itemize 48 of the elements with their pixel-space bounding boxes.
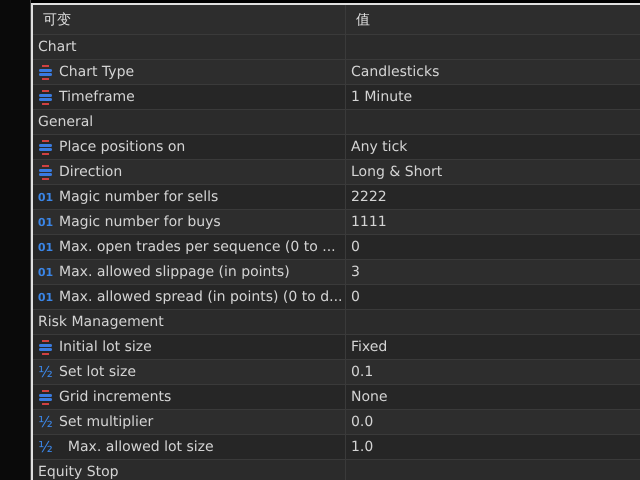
parameter-name: Max. allowed lot size [66,439,214,455]
parameter-name: Set lot size [59,364,136,380]
group-header: Equity Stop [38,464,119,480]
parameter-value[interactable]: 1.0 [351,439,374,455]
integer-icon: 01 [38,216,53,228]
list-icon [39,140,52,154]
parameter-value[interactable]: 0 [351,239,360,255]
group-header: General [38,114,94,130]
group-header: Risk Management [38,314,164,330]
list-icon [39,390,52,404]
fraction-icon: ½ [38,438,53,456]
parameter-name: Timeframe [59,89,135,105]
integer-icon: 01 [38,240,53,254]
parameter-value[interactable]: 0.1 [351,364,374,380]
parameter-value[interactable]: None [351,389,388,405]
parameter-name: Initial lot size [59,339,152,355]
parameter-name: Magic number for buys [59,214,221,230]
parameter-value[interactable]: Any tick [351,139,408,155]
parameter-name: Direction [59,164,122,180]
integer-icon: 01 [38,190,53,204]
fraction-icon: ½ [38,363,53,381]
parameter-name: Max. allowed spread (in points) (0 to d... [59,289,342,305]
parameter-value[interactable]: 3 [351,264,360,280]
list-icon [39,164,52,180]
integer-icon: 01 [38,290,53,304]
parameter-name: Grid increments [59,389,172,405]
parameter-value[interactable]: 1 Minute [351,89,412,105]
column-header[interactable]: 可变 [38,10,71,28]
integer-icon: 01 [38,266,53,278]
parameter-name: Set multiplier [59,414,154,430]
parameter-value[interactable]: 0 [351,289,360,305]
list-icon [39,340,52,354]
parameter-name: Max. open trades per sequence (0 to ... [59,239,336,255]
parameter-value[interactable]: Candlesticks [351,64,440,80]
column-header[interactable]: 值 [351,10,370,28]
parameter-value[interactable]: 1111 [351,214,387,230]
fraction-icon: ½ [38,413,53,431]
group-header: Chart [38,39,76,55]
parameter-name: Magic number for sells [59,189,218,205]
list-icon [39,64,52,80]
parameter-value[interactable]: Fixed [351,339,388,355]
parameter-value[interactable]: 2222 [351,189,387,205]
parameter-name: Place positions on [59,139,186,155]
parameter-value[interactable]: 0.0 [351,414,374,430]
parameter-name: Max. allowed slippage (in points) [59,264,290,280]
parameter-name: Chart Type [59,64,134,80]
list-icon [39,90,52,104]
parameter-value[interactable]: Long & Short [351,164,442,180]
